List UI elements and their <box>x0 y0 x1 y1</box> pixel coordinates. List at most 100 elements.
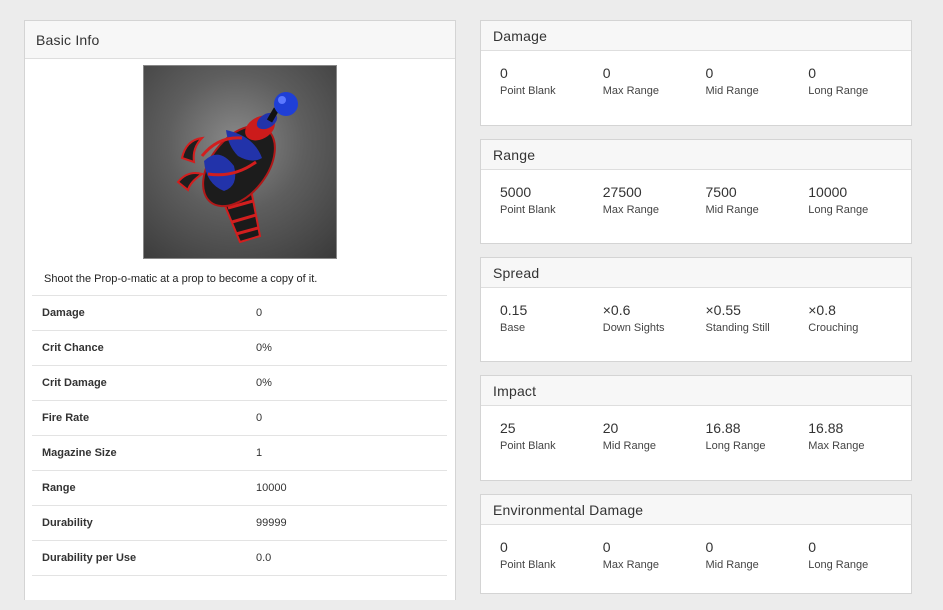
card-title: Environmental Damage <box>481 495 911 525</box>
cell-value: ×0.55 <box>705 302 741 318</box>
stat-cell: 0 Mid Range <box>706 539 809 571</box>
cell-value: 27500 <box>602 184 642 200</box>
stat-value: 10000 <box>256 482 287 494</box>
cell-label: Standing Still <box>705 322 770 334</box>
stat-row: Durability per Use 0.0 <box>32 540 447 575</box>
stat-row: Durability 99999 <box>32 505 447 540</box>
impact-card: Impact 25 Point Blank 20 Mid Range 16.88 Lo… <box>480 375 912 481</box>
stat-label: Crit Chance <box>42 342 104 354</box>
cell-label: Long Range <box>808 559 869 571</box>
cell-value: 20 <box>602 420 619 436</box>
cell-value: 5000 <box>500 184 532 200</box>
stat-row: Damage 0 <box>32 295 447 330</box>
stats-table: Damage 0 Crit Chance 0% Crit Damage 0% F… <box>32 295 447 610</box>
cell-label: Mid Range <box>705 204 759 216</box>
stat-row: Range 10000 <box>32 470 447 505</box>
stat-value: 0% <box>256 342 272 354</box>
basic-info-panel: Basic Info Shoot the Prop-o-matic at a p… <box>24 20 456 600</box>
cell-label: Base <box>500 322 526 334</box>
cell-value: 16.88 <box>705 420 741 436</box>
stat-cell: 16.88 Long Range <box>706 420 809 452</box>
stat-value: 0% <box>256 377 272 389</box>
stat-cell: 0 Point Blank <box>500 65 603 97</box>
cell-value: 0 <box>705 539 714 555</box>
stat-label: Crit Damage <box>42 377 107 389</box>
spread-card: Spread 0.15 Base ×0.6 Down Sights ×0.55 Sta… <box>480 257 912 362</box>
cell-value: 0.15 <box>500 302 528 318</box>
stat-cell: 10000 Long Range <box>808 184 911 216</box>
stat-cell: 0 Long Range <box>808 65 911 97</box>
stat-row: Crit Damage 0% <box>32 365 447 400</box>
stat-label: Durability per Use <box>42 552 137 564</box>
stat-cell: 0 Point Blank <box>500 539 603 571</box>
stat-value: 1 <box>256 447 263 459</box>
stat-cell: 0 Long Range <box>808 539 911 571</box>
environmental-damage-card: Environmental Damage 0 Point Blank 0 Max R… <box>480 494 912 594</box>
stat-cell: ×0.6 Down Sights <box>603 302 706 334</box>
stat-row: Magazine Size 1 <box>32 435 447 470</box>
card-title: Damage <box>481 21 911 51</box>
stat-row: Fire Rate 0 <box>32 400 447 435</box>
cell-label: Mid Range <box>705 559 759 571</box>
stat-cell: 7500 Mid Range <box>706 184 809 216</box>
stat-row <box>32 575 447 610</box>
cell-label: Mid Range <box>602 440 656 452</box>
cell-label: Point Blank <box>500 559 556 571</box>
stat-cell: 0.15 Base <box>500 302 603 334</box>
cell-label: Point Blank <box>500 85 556 97</box>
cell-value: 0 <box>602 539 611 555</box>
cell-label: Max Range <box>602 85 660 97</box>
stat-cell: 0 Max Range <box>603 65 706 97</box>
range-card: Range 5000 Point Blank 27500 Max Range 750… <box>480 139 912 244</box>
stat-cell: 20 Mid Range <box>603 420 706 452</box>
cell-value: 16.88 <box>808 420 844 436</box>
stat-label: Damage <box>42 307 85 319</box>
cell-value: 7500 <box>705 184 737 200</box>
damage-card: Damage 0 Point Blank 0 Max Range 0 Mid Rang… <box>480 20 912 126</box>
card-title: Range <box>481 140 911 170</box>
card-title: Spread <box>481 258 911 288</box>
stat-label: Durability <box>42 517 93 529</box>
cell-label: Long Range <box>705 440 766 452</box>
basic-info-title: Basic Info <box>25 21 455 59</box>
stat-cell: ×0.55 Standing Still <box>706 302 809 334</box>
cell-label: Crouching <box>808 322 859 334</box>
stat-value: 99999 <box>256 517 287 529</box>
cell-label: Max Range <box>602 204 660 216</box>
prop-o-matic-icon <box>176 92 298 244</box>
cell-label: Long Range <box>808 85 869 97</box>
stat-cell: 5000 Point Blank <box>500 184 603 216</box>
cell-value: ×0.8 <box>808 302 836 318</box>
cell-value: ×0.6 <box>602 302 631 318</box>
stat-cell: ×0.8 Crouching <box>808 302 911 334</box>
cell-label: Long Range <box>808 204 869 216</box>
cell-label: Point Blank <box>500 204 556 216</box>
cell-value: 0 <box>808 65 817 81</box>
card-title: Impact <box>481 376 911 406</box>
stat-row: Crit Chance 0% <box>32 330 447 365</box>
stat-cell: 16.88 Max Range <box>808 420 911 452</box>
cell-label: Down Sights <box>602 322 665 334</box>
stat-cell: 0 Mid Range <box>706 65 809 97</box>
cell-label: Max Range <box>602 559 660 571</box>
stat-cell: 0 Max Range <box>603 539 706 571</box>
stat-cell: 27500 Max Range <box>603 184 706 216</box>
cell-label: Point Blank <box>500 440 556 452</box>
item-image <box>143 65 337 259</box>
cell-value: 0 <box>808 539 817 555</box>
stat-label: Range <box>42 482 76 494</box>
stat-label: Fire Rate <box>42 412 90 424</box>
item-description: Shoot the Prop-o-matic at a prop to beco… <box>44 273 318 285</box>
cell-label: Max Range <box>808 440 865 452</box>
cell-value: 0 <box>602 65 611 81</box>
cell-value: 0 <box>705 65 714 81</box>
cell-value: 0 <box>500 65 508 81</box>
stat-value: 0 <box>256 307 263 319</box>
cell-label: Mid Range <box>705 85 759 97</box>
stat-label: Magazine Size <box>42 447 117 459</box>
stat-cell: 25 Point Blank <box>500 420 603 452</box>
stat-value: 0.0 <box>256 552 272 564</box>
cell-value: 10000 <box>808 184 848 200</box>
cell-value: 0 <box>500 539 508 555</box>
cell-value: 25 <box>500 420 516 436</box>
